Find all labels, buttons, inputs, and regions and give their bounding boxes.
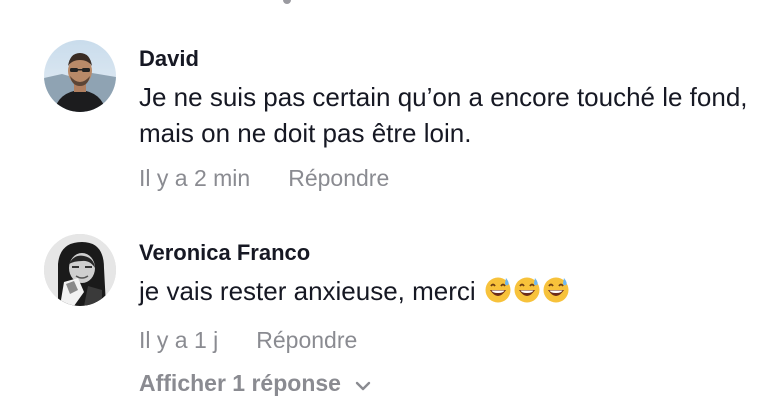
- comment-text: Je ne suis pas certain qu’on a encore to…: [139, 82, 748, 148]
- reply-button[interactable]: Répondre: [256, 325, 357, 355]
- comment-text: je vais rester anxieuse, merci: [139, 276, 476, 306]
- grinning-sweat-emoji-icon: [542, 276, 570, 313]
- comment-author[interactable]: David: [139, 45, 762, 73]
- grinning-sweat-emoji-icon: [484, 276, 512, 313]
- comment-meta: Il y a 2 min Répondre: [139, 163, 762, 193]
- previous-comment-remnant: [283, 0, 291, 4]
- comment-timestamp: Il y a 1 j: [139, 327, 219, 353]
- avatar[interactable]: [44, 234, 116, 306]
- comment-meta: Il y a 1 j Répondre: [139, 325, 762, 355]
- reply-button[interactable]: Répondre: [288, 163, 389, 193]
- avatar-photo-icon: [44, 40, 116, 112]
- comment-text-row: je vais rester anxieuse, merci: [139, 273, 762, 313]
- view-replies-label: Afficher 1 réponse: [139, 370, 341, 396]
- grinning-sweat-emoji-icon: [513, 276, 541, 313]
- comment-author[interactable]: Veronica Franco: [139, 239, 762, 267]
- avatar[interactable]: [44, 40, 116, 112]
- view-replies-button[interactable]: Afficher 1 réponse: [139, 370, 371, 397]
- comment-timestamp: Il y a 2 min: [139, 165, 251, 191]
- chevron-down-icon: [355, 370, 371, 397]
- avatar-photo-icon: [44, 234, 116, 306]
